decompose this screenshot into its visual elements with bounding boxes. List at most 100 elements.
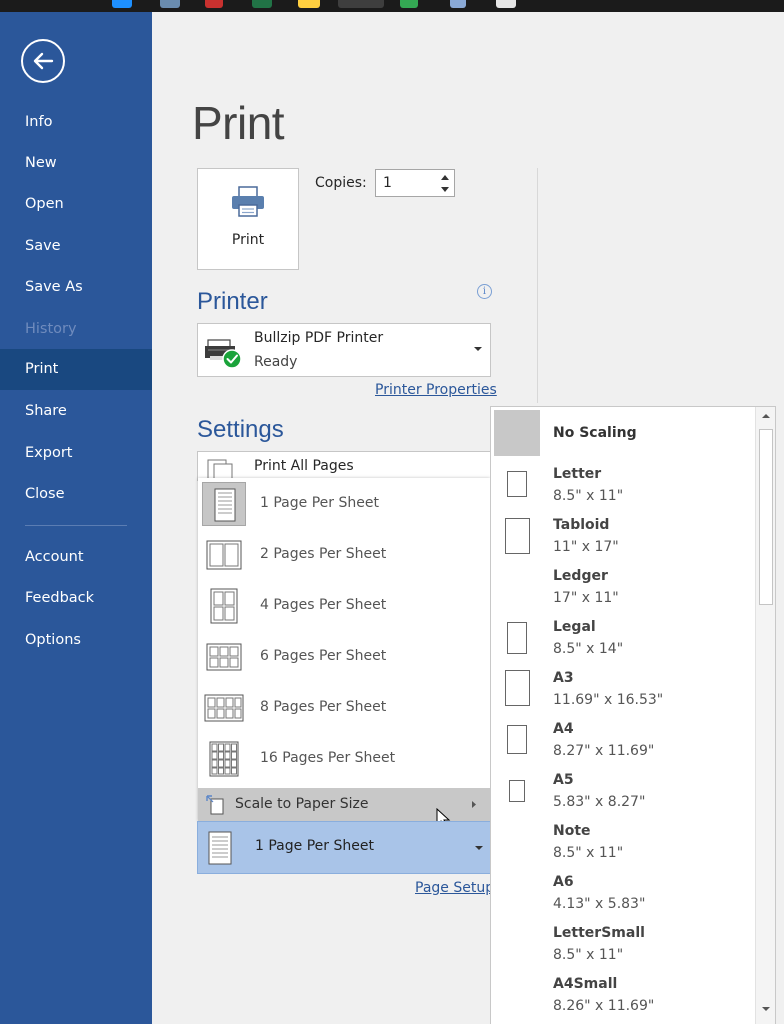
menu-item-label: 4 Pages Per Sheet [260,597,387,613]
taskbar-app-icon[interactable] [338,0,384,8]
paper-size-a3[interactable]: A3 11.69" x 16.53" [491,662,753,713]
nav-share[interactable]: Share [0,391,152,431]
nav-open[interactable]: Open [0,184,152,224]
printer-ready-icon [205,339,242,369]
paper-size-a5[interactable]: A5 5.83" x 8.27" [491,764,753,815]
print-button-label: Print [231,232,265,248]
taskbar [0,0,784,12]
nav-info[interactable]: Info [0,102,152,142]
two-pages-icon [202,533,246,577]
paper-size-dimensions: 4.13" x 5.83" [553,896,646,912]
paper-size-name: No Scaling [553,425,637,441]
menu-item-8-pages[interactable]: 8 Pages Per Sheet [198,682,490,733]
paper-size-dimensions: 11" x 17" [553,539,619,555]
menu-item-2-pages[interactable]: 2 Pages Per Sheet [198,529,490,580]
paper-size-letter[interactable]: Letter 8.5" x 11" [491,458,753,509]
paper-size-legal[interactable]: Legal 8.5" x 14" [491,611,753,662]
paper-size-name: A6 [553,874,574,890]
sixteen-pages-icon [202,737,246,781]
paper-portrait-icon [509,780,525,802]
nav-divider [25,525,127,526]
chevron-right-icon [472,801,476,808]
copies-input[interactable]: 1 [383,175,392,191]
pages-per-sheet-dropdown[interactable]: 1 Page Per Sheet [197,821,491,874]
paper-size-dimensions: 8.5" x 11" [553,845,624,861]
nav-history: History [25,321,77,337]
menu-item-label: 16 Pages Per Sheet [260,750,396,766]
nav-save[interactable]: Save [0,226,152,266]
taskbar-app-icon[interactable] [298,0,320,8]
print-range-dropdown[interactable]: Print All Pages [197,451,491,481]
page-setup-link[interactable]: Page Setup [415,880,494,896]
paper-size-a6[interactable]: A6 4.13" x 5.83" [491,866,753,917]
menu-item-1-page[interactable]: 1 Page Per Sheet [198,478,490,529]
paper-size-dimensions: 8.5" x 11" [553,947,624,963]
chevron-up-icon[interactable] [438,172,452,183]
printer-section-title: Printer [197,288,268,315]
paper-size-lettersmall[interactable]: LetterSmall 8.5" x 11" [491,917,753,968]
nav-save-as[interactable]: Save As [0,267,152,307]
taskbar-app-icon[interactable] [160,0,180,8]
paper-portrait-icon [505,518,530,554]
page-title: Print [192,97,285,149]
menu-item-label: 6 Pages Per Sheet [260,648,387,664]
taskbar-app-icon[interactable] [205,0,223,8]
paper-size-name: A3 [553,670,574,686]
paper-size-no-scaling[interactable]: No Scaling [491,407,753,458]
paper-size-name: Tabloid [553,517,610,533]
scroll-up-icon[interactable] [761,412,771,420]
menu-item-4-pages[interactable]: 4 Pages Per Sheet [198,580,490,631]
menu-item-6-pages[interactable]: 6 Pages Per Sheet [198,631,490,682]
pages-per-sheet-menu: 1 Page Per Sheet 2 Pages Per Sheet 4 Pag… [198,478,490,821]
nav-print[interactable]: Print [0,349,152,390]
paper-menu-scrollbar[interactable] [755,407,775,1024]
printer-properties-link[interactable]: Printer Properties [375,382,497,398]
chevron-down-icon[interactable] [438,184,452,195]
paper-size-tabloid[interactable]: Tabloid 11" x 17" [491,509,753,560]
paper-size-name: Ledger [553,568,608,584]
menu-item-label: 2 Pages Per Sheet [260,546,387,562]
eight-pages-icon [202,686,246,730]
paper-size-note[interactable]: Note 8.5" x 11" [491,815,753,866]
one-page-icon [202,482,246,526]
backstage-sidebar: Info New Open Save Save As History Print… [0,12,152,1024]
nav-feedback[interactable]: Feedback [0,578,152,618]
nav-close[interactable]: Close [0,474,152,514]
scale-to-paper-size-label: Scale to Paper Size [235,796,369,812]
paper-size-ledger[interactable]: Ledger 17" x 11" [491,560,753,611]
paper-size-dimensions: 8.26" x 11.69" [553,998,655,1014]
paper-size-name: LetterSmall [553,925,645,941]
paper-size-a4[interactable]: A4 8.27" x 11.69" [491,713,753,764]
paper-size-name: Legal [553,619,596,635]
paper-size-dimensions: 17" x 11" [553,590,619,606]
four-pages-icon [202,584,246,628]
paper-size-dimensions: 8.5" x 11" [553,488,624,504]
print-button[interactable]: Print [197,168,299,270]
taskbar-app-icon[interactable] [112,0,132,8]
nav-export[interactable]: Export [0,433,152,473]
taskbar-app-icon[interactable] [496,0,516,8]
scroll-thumb[interactable] [759,429,773,605]
menu-item-16-pages[interactable]: 16 Pages Per Sheet [198,733,490,784]
panel-divider [537,168,538,403]
info-icon[interactable]: i [477,284,492,299]
printer-dropdown[interactable]: Bullzip PDF Printer Ready [197,323,491,377]
copies-stepper[interactable]: 1 [375,169,455,197]
menu-item-label: 8 Pages Per Sheet [260,699,387,715]
nav-new[interactable]: New [0,143,152,183]
taskbar-app-icon[interactable] [450,0,466,8]
paper-size-a4small[interactable]: A4Small 8.26" x 11.69" [491,968,753,1019]
paper-portrait-icon [507,725,527,754]
paper-portrait-icon [507,622,527,654]
paper-portrait-icon [507,471,527,497]
paper-size-name: Letter [553,466,602,482]
nav-options[interactable]: Options [0,620,152,660]
taskbar-app-icon[interactable] [252,0,272,8]
scroll-down-icon[interactable] [761,1005,771,1013]
taskbar-app-icon[interactable] [400,0,418,8]
nav-account[interactable]: Account [0,537,152,577]
chevron-down-icon [474,347,482,351]
back-button[interactable] [21,39,65,83]
paper-portrait-icon [505,670,530,706]
scale-page-icon [206,795,224,815]
